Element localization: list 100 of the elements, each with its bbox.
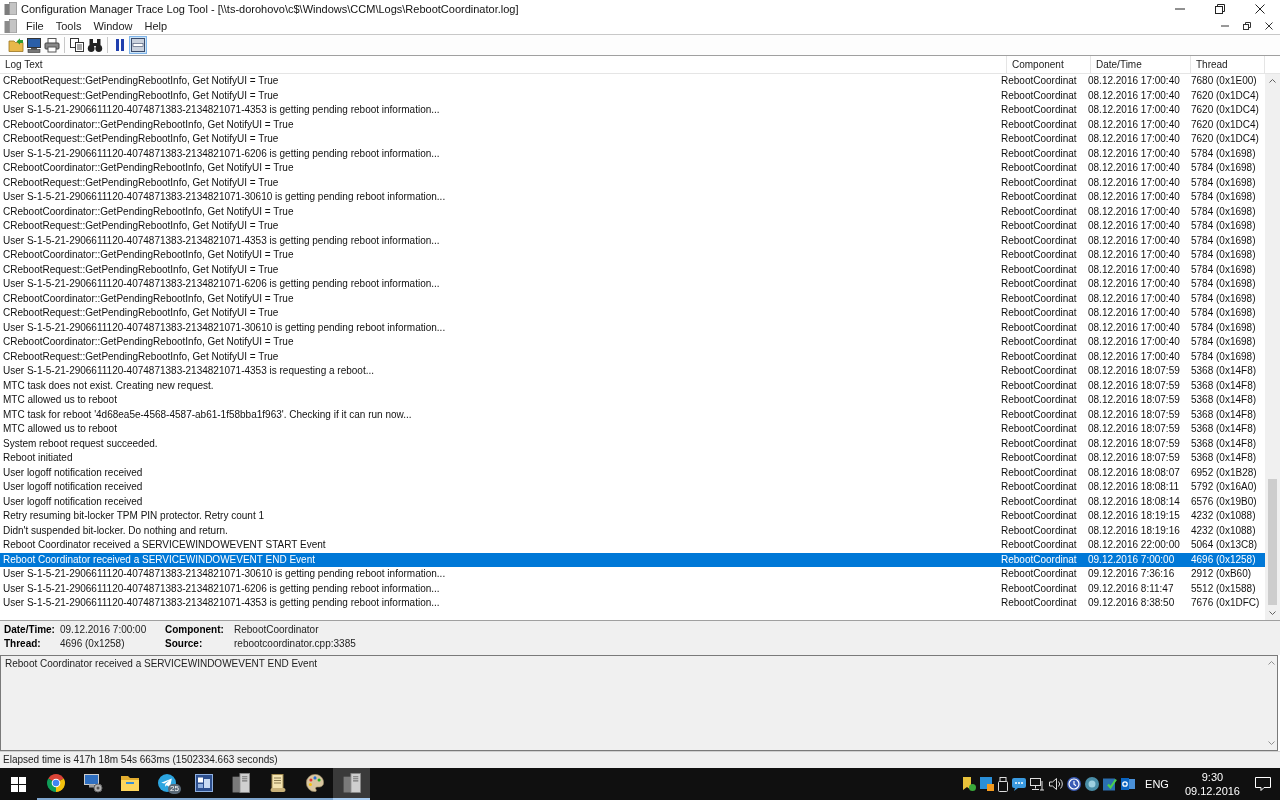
log-row[interactable]: CRebootRequest::GetPendingRebootInfo, Get NotifyUI = True RebootCoordinat 08.12.2016 17:00:40 5784 (0x1698) (0, 262, 1265, 277)
component-name: RebootCoordinat (1000, 190, 1078, 204)
component-name: RebootCoordinat (1000, 132, 1078, 146)
chat-icon[interactable] (1012, 777, 1027, 791)
toolbar-button[interactable] (25, 36, 43, 54)
log-row[interactable]: MTC task for reboot '4d68ea5e-4568-4587-ab61-1f58bba1f963'. Checking if it can run now... RebootCoordinat 08.12.2016 18:07:59 5368 (0x14F8) (0, 407, 1265, 422)
log-message: CRebootRequest::GetPendingRebootInfo, Get NotifyUI = True (2, 306, 280, 320)
log-row[interactable]: User S-1-5-21-2906611120-4074871383-2134821071-30610 is getting pending reboot information... RebootCoordinat 08.12.2016 17:00:40 5784 (0x1698) (0, 190, 1265, 205)
timestamp: 08.12.2016 18:07:59 (1087, 451, 1181, 465)
speech-bubble-icon (1255, 777, 1271, 791)
log-row[interactable]: User S-1-5-21-2906611120-4074871383-2134821071-6206 is getting pending reboot information... RebootCoordinat 09.12.2016 8:11:47 5512 (0x1588) (0, 581, 1265, 596)
log-row[interactable]: User S-1-5-21-2906611120-4074871383-2134821071-6206 is getting pending reboot information... RebootCoordinat 08.12.2016 17:00:40 5784 (0x1698) (0, 146, 1265, 161)
clock-icon[interactable] (1067, 777, 1082, 791)
thread-id: 7620 (0x1DC4) (1190, 103, 1260, 117)
log-row[interactable]: CRebootCoordinator::GetPendingRebootInfo, Get NotifyUI = True RebootCoordinat 08.12.2016 17:00:40 5784 (0x1698) (0, 335, 1265, 350)
log-row[interactable]: User logoff notification received RebootCoordinat 08.12.2016 18:08:14 6576 (0x19B0) (0, 494, 1265, 509)
log-row[interactable]: User S-1-5-21-2906611120-4074871383-2134821071-30610 is getting pending reboot information... RebootCoordinat 09.12.2016 7:36:16 2912 (0xB60) (0, 567, 1265, 582)
mail-app-icon[interactable] (1121, 778, 1136, 790)
log-message: System reboot request succeeded. (2, 436, 159, 451)
log-row[interactable]: User S-1-5-21-2906611120-4074871383-2134821071-4353 is getting pending reboot information... RebootCoordinat 09.12.2016 8:38:50 7676 (0x1DFC) (0, 596, 1265, 611)
timestamp: 08.12.2016 17:00:40 (1087, 88, 1181, 103)
log-row[interactable]: MTC task does not exist. Creating new request. RebootCoordinat 08.12.2016 18:07:59 5368 (0x14F8) (0, 378, 1265, 393)
thread-id: 5368 (0x14F8) (1190, 364, 1258, 378)
log-row[interactable]: CRebootRequest::GetPendingRebootInfo, Get NotifyUI = True RebootCoordinat 08.12.2016 17:00:40 5784 (0x1698) (0, 349, 1265, 364)
log-row[interactable]: CRebootRequest::GetPendingRebootInfo, Get NotifyUI = True RebootCoordinat 08.12.2016 17:00:40 5784 (0x1698) (0, 219, 1265, 234)
log-row[interactable]: CRebootRequest::GetPendingRebootInfo, Get NotifyUI = True RebootCoordinat 08.12.2016 17:00:40 7680 (0x1E00) (0, 74, 1265, 89)
scrollbar-thumb[interactable] (1268, 479, 1277, 605)
vertical-scrollbar[interactable] (1265, 74, 1280, 620)
taskbar-clock[interactable]: 9:30 09.12.2016 (1178, 768, 1246, 800)
log-row[interactable]: CRebootCoordinator::GetPendingRebootInfo, Get NotifyUI = True RebootCoordinat 08.12.2016 17:00:40 5784 (0x1698) (0, 161, 1265, 176)
log-row[interactable]: Reboot initiated RebootCoordinat 08.12.2016 18:07:59 5368 (0x14F8) (0, 451, 1265, 466)
thread-id: 6952 (0x1B28) (1190, 465, 1258, 480)
log-row[interactable]: Didn't suspended bit-locker. Do nothing and return. RebootCoordinat 08.12.2016 18:19:16 4232 (0x1088) (0, 523, 1265, 538)
menu-item[interactable]: File (20, 17, 50, 34)
timestamp: 08.12.2016 17:00:40 (1087, 161, 1181, 175)
log-row[interactable]: CRebootRequest::GetPendingRebootInfo, Get NotifyUI = True RebootCoordinat 08.12.2016 17:00:40 7620 (0x1DC4) (0, 132, 1265, 147)
log-row[interactable]: User logoff notification received RebootCoordinat 08.12.2016 18:08:11 5792 (0x16A0) (0, 480, 1265, 495)
log-row[interactable]: CRebootRequest::GetPendingRebootInfo, Get NotifyUI = True RebootCoordinat 08.12.2016 17:00:40 5784 (0x1698) (0, 175, 1265, 190)
timestamp: 08.12.2016 17:00:40 (1087, 233, 1181, 248)
log-row[interactable]: User S-1-5-21-2906611120-4074871383-2134821071-4353 is getting pending reboot information... RebootCoordinat 08.12.2016 17:00:40 5784 (0x1698) (0, 233, 1265, 248)
language-indicator[interactable]: ENG (1137, 778, 1179, 790)
folder-icon (8, 37, 24, 53)
component-name: RebootCoordinat (1000, 277, 1078, 291)
taskbar-button[interactable]: 25 (148, 768, 185, 800)
palette-icon (305, 774, 324, 792)
log-message: User S-1-5-21-2906611120-4074871383-2134821071-4353 is requesting a reboot... (2, 364, 375, 378)
log-row[interactable]: CRebootRequest::GetPendingRebootInfo, Get NotifyUI = True RebootCoordinat 08.12.2016 17:00:40 5784 (0x1698) (0, 306, 1265, 321)
log-row[interactable]: Retry resuming bit-locker TPM PIN protector. Retry count 1 RebootCoordinat 08.12.2016 18:19:15 4232 (0x1088) (0, 509, 1265, 524)
log-message: User S-1-5-21-2906611120-4074871383-2134821071-30610 is getting pending reboot information... (2, 320, 447, 335)
log-row[interactable]: CRebootCoordinator::GetPendingRebootInfo, Get NotifyUI = True RebootCoordinat 08.12.2016 17:00:40 5784 (0x1698) (0, 204, 1265, 219)
log-message: CRebootCoordinator::GetPendingRebootInfo, Get NotifyUI = True (2, 204, 295, 219)
component-name: RebootCoordinat (1000, 480, 1078, 494)
timestamp: 08.12.2016 18:08:11 (1087, 480, 1180, 494)
marker-icon[interactable] (962, 776, 977, 792)
speaker-icon[interactable] (1049, 778, 1064, 790)
log-row[interactable]: User S-1-5-21-2906611120-4074871383-2134821071-4353 is requesting a reboot... RebootCoordinat 08.12.2016 18:07:59 5368 (0x14F8) (0, 364, 1265, 379)
folder-icon (119, 774, 140, 792)
toolbar-button[interactable] (43, 36, 61, 54)
timestamp: 08.12.2016 18:19:16 (1087, 523, 1181, 538)
component-name: RebootCoordinat (1000, 204, 1078, 219)
component-name: RebootCoordinat (1000, 407, 1078, 422)
thread-id: 5784 (0x1698) (1190, 320, 1257, 335)
menu-item[interactable]: Tools (49, 17, 88, 34)
log-row[interactable]: User logoff notification received RebootCoordinat 08.12.2016 18:08:07 6952 (0x1B28) (0, 465, 1265, 480)
log-row[interactable]: Reboot Coordinator received a SERVICEWINDOWEVENT END Event RebootCoordinat 09.12.2016 7:00:00 4696 (0x1258) (0, 552, 1265, 567)
log-message: Reboot Coordinator received a SERVICEWINDOWEVENT END Event (2, 552, 316, 567)
log-row[interactable]: CRebootCoordinator::GetPendingRebootInfo, Get NotifyUI = True RebootCoordinat 08.12.2016 17:00:40 7620 (0x1DC4) (0, 117, 1265, 132)
toolbar-button[interactable] (86, 36, 104, 54)
restore-icon (1243, 21, 1251, 30)
log-row[interactable]: CRebootRequest::GetPendingRebootInfo, Get NotifyUI = True RebootCoordinat 08.12.2016 17:00:40 7620 (0x1DC4) (0, 88, 1265, 103)
log-row[interactable]: MTC allowed us to reboot RebootCoordinat 08.12.2016 18:07:59 5368 (0x14F8) (0, 422, 1265, 437)
field-label: Date/Time: (4, 624, 56, 637)
thread-id: 7620 (0x1DC4) (1190, 88, 1260, 103)
component-name: RebootCoordinat (1000, 581, 1078, 596)
log-row[interactable]: MTC allowed us to reboot RebootCoordinat 08.12.2016 18:07:59 5368 (0x14F8) (0, 393, 1265, 408)
log-row[interactable]: System reboot request succeeded. RebootCoordinat 08.12.2016 18:07:59 5368 (0x14F8) (0, 436, 1265, 451)
network-icon[interactable] (1030, 777, 1046, 791)
window-icon (130, 37, 146, 53)
usb-drive-icon[interactable] (998, 776, 1009, 792)
thread-id: 5784 (0x1698) (1190, 161, 1257, 175)
component-name: RebootCoordinat (1000, 248, 1078, 262)
menu-item[interactable]: Window (87, 17, 139, 34)
field-label: Thread: (4, 638, 42, 651)
minimize-icon (1175, 7, 1185, 10)
app-tile-icon[interactable] (980, 777, 995, 791)
log-row[interactable]: Reboot Coordinator received a SERVICEWINDOWEVENT START Event RebootCoordinat 08.12.2016 22:00:00 5064 (0x13C8) (0, 538, 1265, 553)
log-row[interactable]: User S-1-5-21-2906611120-4074871383-2134821071-30610 is getting pending reboot information... RebootCoordinat 08.12.2016 17:00:40 5784 (0x1698) (0, 320, 1265, 335)
chart-check-icon[interactable] (1103, 777, 1118, 791)
log-row[interactable]: CRebootCoordinator::GetPendingRebootInfo, Get NotifyUI = True RebootCoordinat 08.12.2016 17:00:40 5784 (0x1698) (0, 248, 1265, 263)
toolbar-button[interactable] (68, 36, 86, 54)
taskbar-button[interactable] (333, 768, 370, 800)
log-row[interactable]: User S-1-5-21-2906611120-4074871383-2134821071-4353 is getting pending reboot information... RebootCoordinat 08.12.2016 17:00:40 7620 (0x1DC4) (0, 103, 1265, 118)
toolbar-button[interactable] (129, 36, 147, 54)
field-value: 4696 (0x1258) (60, 638, 126, 651)
log-row[interactable]: User S-1-5-21-2906611120-4074871383-2134821071-6206 is getting pending reboot information... RebootCoordinat 08.12.2016 17:00:40 5784 (0x1698) (0, 277, 1265, 292)
timestamp: 09.12.2016 8:11:47 (1087, 581, 1175, 596)
component-name: RebootCoordinat (1000, 88, 1078, 103)
menu-item[interactable]: Help (138, 17, 174, 34)
log-row[interactable]: CRebootCoordinator::GetPendingRebootInfo, Get NotifyUI = True RebootCoordinat 08.12.2016 17:00:40 5784 (0x1698) (0, 291, 1265, 306)
status-circle-icon[interactable] (1085, 777, 1100, 791)
